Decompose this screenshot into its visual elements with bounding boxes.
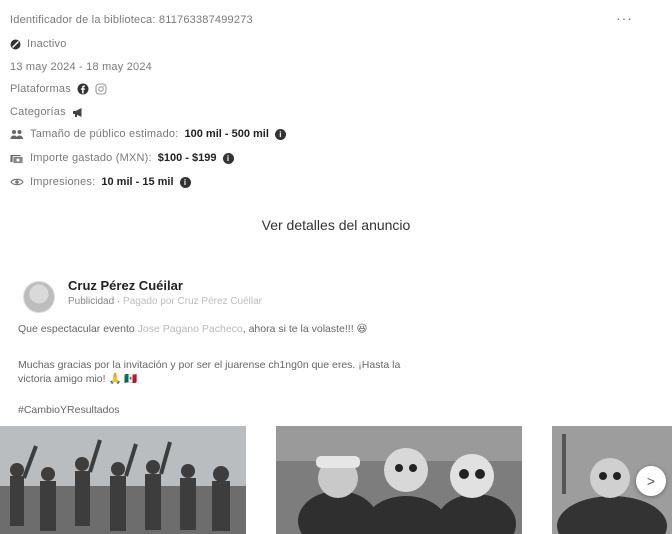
money-icon — [10, 153, 24, 164]
avatar[interactable] — [23, 281, 55, 313]
platforms-label: Plataformas — [10, 83, 71, 95]
info-icon[interactable]: i — [222, 152, 234, 164]
spend-label: Importe gastado (MXN): — [30, 152, 152, 164]
post-text-line-3: victoria amigo mio! 🙏 🇲🇽 — [18, 373, 138, 385]
facebook-icon — [77, 83, 89, 95]
post-text-line-1: Que espectacular evento Jose Pagano Pach… — [18, 322, 368, 336]
meta-separator: · — [114, 296, 124, 307]
post-author[interactable]: Cruz Pérez Cuéilar — [68, 278, 183, 293]
post-meta: Publicidad · Pagado por Cruz Pérez Cuéll… — [68, 296, 262, 307]
carousel-image-2[interactable] — [276, 426, 522, 534]
post-text-start: Que espectacular evento — [18, 323, 138, 335]
audience-row: Tamaño de público estimado: 100 mil - 50… — [10, 128, 286, 140]
paid-by-label: Pagado por Cruz Pérez Cuéllar — [123, 296, 263, 307]
eye-icon — [10, 177, 24, 187]
categories-label: Categorías — [10, 106, 66, 118]
post-text-line-2: Muchas gracias por la invitación y por s… — [18, 359, 401, 371]
date-range: 13 may 2024 - 18 may 2024 — [10, 61, 152, 73]
carousel-image-1[interactable] — [0, 426, 246, 534]
megaphone-icon — [72, 107, 85, 118]
audience-label: Tamaño de público estimado: — [30, 128, 179, 140]
spend-value: $100 - $199 — [157, 152, 217, 164]
info-icon[interactable]: i — [179, 176, 191, 188]
chevron-right-icon: > — [646, 473, 656, 489]
impressions-label: Impresiones: — [30, 176, 96, 188]
more-options-button[interactable]: ··· — [616, 10, 633, 26]
carousel-next-button[interactable]: > — [636, 466, 666, 496]
sponsored-label: Publicidad — [68, 296, 115, 307]
spend-row: Importe gastado (MXN): $100 - $199 i — [10, 152, 234, 164]
info-icon[interactable]: i — [274, 128, 286, 140]
post-text-end: , ahora si te la volaste!!! 😆 — [242, 323, 368, 335]
mention-link[interactable]: Jose Pagano Pacheco — [138, 323, 243, 335]
status-row: Inactivo — [10, 38, 67, 50]
platforms-row: Plataformas — [10, 83, 107, 95]
impressions-value: 10 mil - 15 mil — [101, 176, 174, 188]
see-ad-details-button[interactable]: Ver detalles del anuncio — [0, 217, 672, 233]
instagram-icon — [95, 83, 107, 95]
disabled-circle-icon — [10, 39, 21, 50]
audience-value: 100 mil - 500 mil — [184, 128, 269, 140]
categories-row: Categorías — [10, 106, 85, 118]
library-id: Identificador de la biblioteca: 81176338… — [10, 14, 253, 26]
people-icon — [10, 129, 24, 140]
hashtag-link[interactable]: #CambioYResultados — [18, 403, 120, 417]
status-label: Inactivo — [27, 38, 67, 50]
impressions-row: Impresiones: 10 mil - 15 mil i — [10, 176, 191, 188]
